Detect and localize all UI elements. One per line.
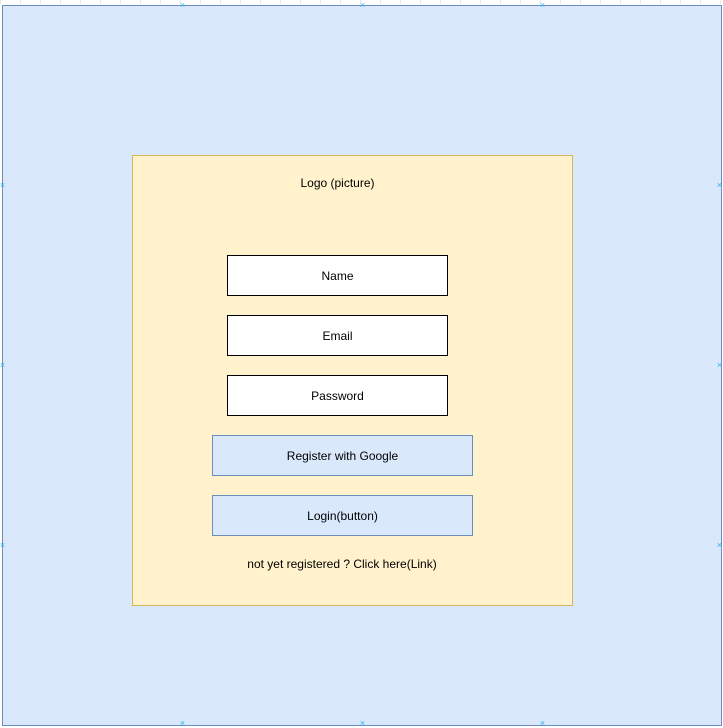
name-field[interactable]: Name [227, 255, 448, 296]
register-with-google-button[interactable]: Register with Google [212, 435, 473, 476]
selection-handle-icon[interactable]: × [0, 181, 6, 190]
selection-handle-icon[interactable]: × [0, 361, 6, 370]
selection-handle-icon[interactable]: × [539, 1, 546, 10]
selection-handle-icon[interactable]: × [179, 719, 186, 728]
logo-placeholder: Logo (picture) [300, 176, 375, 190]
register-link[interactable]: not yet registered ? Click here(Link) [132, 557, 552, 571]
selection-handle-icon[interactable]: × [716, 181, 723, 190]
selection-handle-icon[interactable]: × [179, 1, 186, 10]
selection-handle-icon[interactable]: × [716, 541, 723, 550]
login-button[interactable]: Login(button) [212, 495, 473, 536]
selection-handle-icon[interactable]: × [0, 541, 6, 550]
selection-handle-icon[interactable]: × [539, 719, 546, 728]
selection-handle-icon[interactable]: × [359, 719, 366, 728]
email-field[interactable]: Email [227, 315, 448, 356]
selection-handle-icon[interactable]: × [359, 1, 366, 10]
password-field[interactable]: Password [227, 375, 448, 416]
selection-handle-icon[interactable]: × [716, 361, 723, 370]
